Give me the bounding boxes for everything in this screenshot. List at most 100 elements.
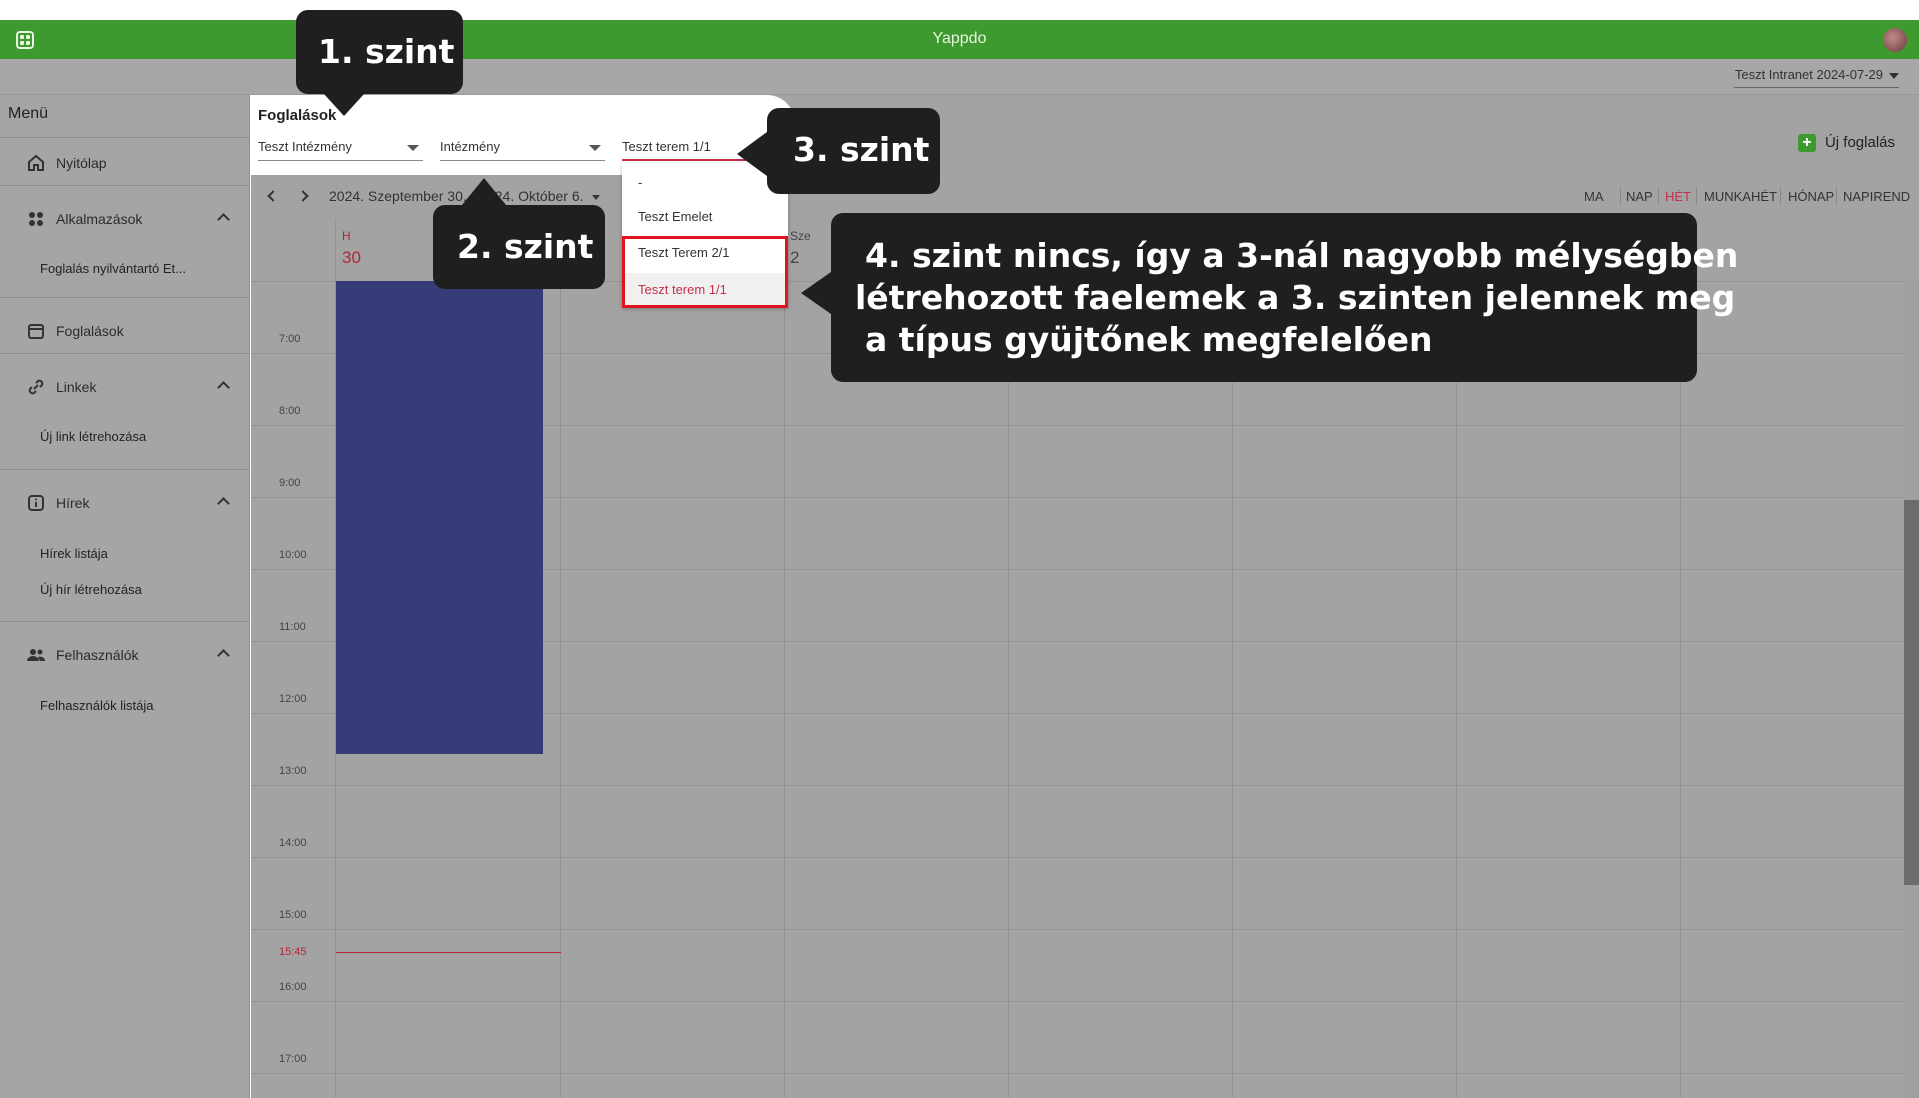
hour-line [251,1001,1904,1002]
view-separator [1658,188,1659,204]
hour-label: 10:00 [279,549,307,561]
callout-pointer [801,272,831,314]
app-title: Yappdo [932,30,987,47]
divider [0,469,250,470]
hour-line [251,929,1904,930]
info-icon [28,495,44,511]
view-agenda[interactable]: NAPIREND [1843,189,1910,204]
level1-select[interactable]: Teszt Intézmény [258,135,423,161]
hour-label: 7:00 [279,333,301,345]
hour-label: 14:00 [279,837,307,849]
view-month[interactable]: HÓNAP [1788,189,1834,204]
current-time-line [336,952,561,953]
view-separator [1780,188,1781,204]
hour-label: 11:00 [279,621,306,633]
divider [0,353,250,354]
chevron-up-icon[interactable] [217,213,230,226]
view-day[interactable]: NAP [1626,189,1653,204]
hour-label: 12:00 [279,693,307,705]
divider [0,297,250,298]
view-separator [1696,188,1697,204]
view-today[interactable]: MA [1584,189,1604,204]
users-icon [27,649,46,661]
sidebar-item-label: Felhasználók [56,647,139,663]
date-range-label: 2024. Szeptember 30. - 2024. Október 6. [329,188,584,204]
calendar-icon [28,324,44,339]
link-icon [28,379,44,395]
hour-line [251,857,1904,858]
callout-level2: 2. szint [433,205,605,289]
sub-header: Teszt Intranet 2024-07-29 [0,59,1919,95]
hour-label: 15:00 [279,909,307,921]
level2-select[interactable]: Intézmény [440,135,605,161]
level3-select-value: Teszt terem 1/1 [622,139,711,154]
callout-pointer [462,178,506,205]
sidebar-subitem-new-link[interactable]: Új link létrehozása [40,429,146,444]
view-workweek[interactable]: MUNKAHÉT [1704,189,1777,204]
callout-pointer [737,132,767,176]
hour-line [251,1073,1904,1074]
callout-pointer [324,94,364,116]
divider [0,621,250,622]
new-booking-label: Új foglalás [1824,134,1895,151]
intranet-underline [1734,87,1899,88]
hour-label: 13:00 [279,765,307,777]
chevron-up-icon[interactable] [217,497,230,510]
dropdown-option[interactable]: - [638,175,642,190]
new-booking-button[interactable]: + Új foglalás [1797,134,1895,152]
view-separator [1836,188,1837,204]
sidebar-subitem-booking-app[interactable]: Foglalás nyilvántartó Et... [40,261,186,276]
plus-icon: + [1797,134,1816,152]
sidebar: Menü Nyitólap Alkalmazások Foglalás nyil… [0,95,250,1098]
callout-line: 4. szint nincs, így a 3-nál nagyobb mély… [865,236,1739,275]
callout-line: a típus gyüjtőnek megfelelően [865,320,1433,359]
highlight-box [622,236,788,308]
sidebar-item-label: Nyitólap [56,155,107,171]
divider [0,137,250,138]
sidebar-subitem-users-list[interactable]: Felhasználók listája [40,698,153,713]
caret-down-icon [1889,72,1899,79]
sidebar-item-label: Foglalások [56,323,124,339]
chevron-up-icon[interactable] [217,381,230,394]
day-header-name: H [342,229,351,243]
level1-select-value: Teszt Intézmény [258,139,352,154]
intranet-selector-label: Teszt Intranet 2024-07-29 [1734,67,1883,82]
sidebar-subitem-new-news[interactable]: Új hír létrehozása [40,582,142,597]
hour-label: 8:00 [279,405,301,417]
user-avatar[interactable] [1883,28,1907,52]
sidebar-item-label: Alkalmazások [56,211,143,227]
caret-down-icon [589,145,601,151]
sidebar-item-label: Linkek [56,379,97,395]
sidebar-subitem-news-list[interactable]: Hírek listája [40,546,108,561]
callout-line: létrehozott faelemek a 3. szinten jelenn… [855,278,1736,317]
caret-down-icon [591,194,600,200]
callout-level1: 1. szint [296,10,463,94]
intranet-selector[interactable]: Teszt Intranet 2024-07-29 [1735,67,1899,82]
day-header-date[interactable]: 2 [790,248,799,268]
day-header-date[interactable]: 30 [342,248,361,268]
day-header-name: Sze [790,229,811,243]
day-column-divider [784,218,785,1098]
booking-event[interactable] [336,281,543,754]
menu-title: Menü [8,105,49,122]
divider [0,185,250,186]
level2-select-value: Intézmény [440,139,500,154]
hour-label: 17:00 [279,1053,307,1065]
hour-line [251,785,1904,786]
view-separator [1620,188,1621,204]
callout-level4-note: 4. szint nincs, így a 3-nál nagyobb mély… [831,213,1739,382]
callout-level3: 3. szint [767,108,940,194]
hour-label: 9:00 [279,477,301,489]
apps-icon [29,212,43,226]
dropdown-option[interactable]: Teszt Emelet [638,209,712,224]
calendar-scrollbar-thumb[interactable] [1904,500,1919,885]
app-bar: Yappdo [0,20,1919,59]
home-icon [28,154,44,171]
caret-down-icon [407,145,419,151]
hour-label: 16:00 [279,981,307,993]
day-column-divider [560,218,561,1098]
current-time-label: 15:45 [279,946,307,958]
chevron-up-icon[interactable] [217,649,230,662]
sidebar-item-label: Hírek [56,495,90,511]
view-week[interactable]: HÉT [1665,189,1691,204]
